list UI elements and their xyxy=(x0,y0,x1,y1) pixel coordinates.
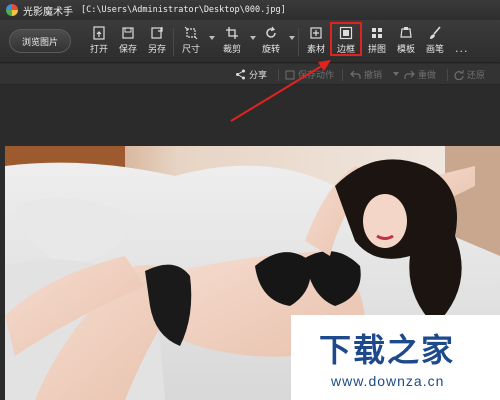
watermark-box: 下载之家 www.downza.cn xyxy=(291,315,500,400)
watermark-url: www.downza.cn xyxy=(331,373,445,389)
watermark-title: 下载之家 xyxy=(319,331,456,369)
